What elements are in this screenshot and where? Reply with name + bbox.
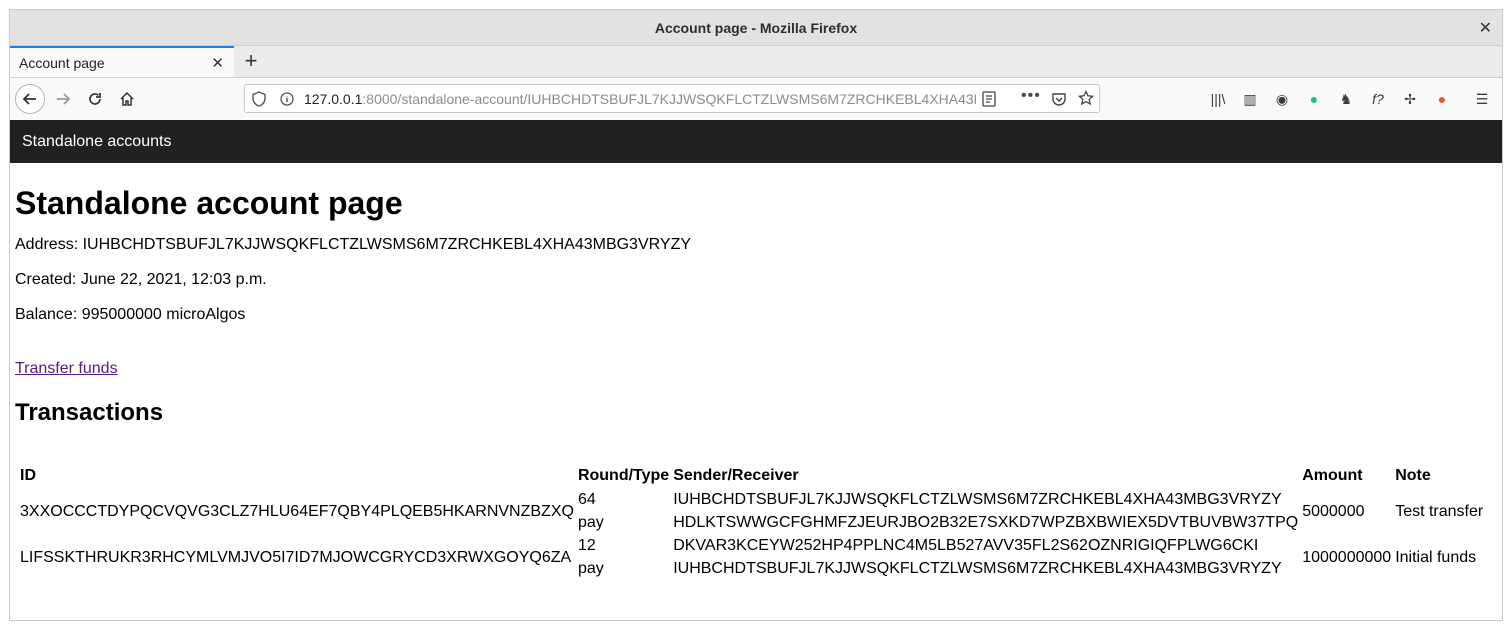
- account-content: Standalone account page Address: IUHBCHD…: [10, 185, 1502, 427]
- browser-window: Account page - Mozilla Firefox ✕ Account…: [9, 9, 1503, 621]
- library-icon[interactable]: |||\: [1208, 90, 1228, 108]
- window-title: Account page - Mozilla Firefox: [654, 19, 858, 36]
- grammarly-extension-icon[interactable]: ●: [1304, 90, 1324, 108]
- navbar-brand[interactable]: Standalone accounts: [22, 133, 171, 151]
- table-header-row: ID Round/Type Sender/Receiver Amount Not…: [18, 464, 1485, 488]
- back-button[interactable]: [15, 84, 45, 114]
- app-navbar: Standalone accounts: [10, 120, 1502, 163]
- tab-bar: Account page ✕ +: [10, 46, 1502, 78]
- gnome-extension-icon[interactable]: ♞: [1336, 90, 1356, 108]
- table-row: LIFSSKTHRUKR3RHCYMLVMJVO5I7ID7MJOWCGRYCD…: [18, 534, 1485, 580]
- tx-amount: 1000000000: [1302, 548, 1392, 566]
- tx-round-type: 64 pay: [576, 488, 671, 534]
- page-content: Standalone accounts Standalone account p…: [10, 120, 1502, 620]
- url-host: 127.0.0.1: [304, 91, 363, 107]
- window-close-button[interactable]: ✕: [1479, 18, 1492, 38]
- arrow-right-icon: [57, 93, 71, 105]
- tx-round: 64: [577, 491, 596, 508]
- info-icon[interactable]: [280, 92, 294, 106]
- url-text[interactable]: 127.0.0.1:8000/standalone-account/IUHBCH…: [304, 91, 976, 107]
- tx-receiver: IUHBCHDTSBUFJL7KJJWSQKFLCTZLWSMS6M7ZRCHK…: [673, 560, 1282, 577]
- menu-icon[interactable]: ☰: [1472, 90, 1492, 108]
- formula-extension-icon[interactable]: f?: [1368, 90, 1388, 108]
- forward-button[interactable]: [48, 84, 78, 114]
- tx-note: Test transfer: [1395, 502, 1484, 520]
- url-bar[interactable]: 127.0.0.1:8000/standalone-account/IUHBCH…: [244, 84, 1100, 113]
- tx-type: pay: [577, 514, 604, 531]
- col-round-type: Round/Type: [577, 467, 670, 484]
- tx-receiver: HDLKTSWWGCFGHMFZJEURJBO2B32E7SXKD7WPZBXB…: [673, 514, 1299, 531]
- new-tab-button[interactable]: +: [242, 49, 260, 73]
- crosshair-extension-icon[interactable]: ✢: [1400, 90, 1420, 108]
- col-sender-receiver: Sender/Receiver: [673, 467, 799, 484]
- tab-account-page[interactable]: Account page ✕: [10, 46, 234, 77]
- tx-sender: DKVAR3KCEYW252HP4PPLNC4M5LB527AVV35FL2S6…: [673, 537, 1259, 554]
- transactions-table: ID Round/Type Sender/Receiver Amount Not…: [18, 464, 1485, 580]
- tx-round-type: 12 pay: [576, 534, 671, 580]
- page-title: Standalone account page: [15, 185, 403, 221]
- tx-id: 3XXOCCCTDYPQCVQVG3CLZ7HLU64EF7QBY4PLQEB5…: [20, 502, 574, 520]
- col-note: Note: [1395, 467, 1431, 484]
- tx-id: LIFSSKTHRUKR3RHCYMLVMJVO5I7ID7MJOWCGRYCD…: [20, 548, 572, 566]
- transactions-heading: Transactions: [15, 399, 164, 426]
- sidebar-icon[interactable]: ▥: [1240, 90, 1260, 108]
- balance-text: Balance: 995000000 microAlgos: [15, 306, 246, 323]
- tx-sender-receiver: DKVAR3KCEYW252HP4PPLNC4M5LB527AVV35FL2S6…: [671, 534, 1300, 580]
- url-path: :8000/standalone-account/IUHBCHDTSBUFJL7…: [362, 91, 976, 107]
- home-icon: [120, 91, 134, 106]
- transfer-funds-link[interactable]: Transfer funds: [15, 360, 118, 377]
- col-amount: Amount: [1302, 467, 1363, 484]
- page-actions-icon[interactable]: •••: [1021, 87, 1041, 105]
- tx-type: pay: [577, 560, 604, 577]
- tx-sender-receiver: IUHBCHDTSBUFJL7KJJWSQKFLCTZLWSMS6M7ZRCHK…: [671, 488, 1300, 534]
- home-button[interactable]: [112, 84, 142, 114]
- tx-round: 12: [577, 537, 596, 554]
- reload-icon: [89, 93, 101, 105]
- duckduckgo-extension-icon[interactable]: ●: [1432, 90, 1452, 108]
- tx-sender: IUHBCHDTSBUFJL7KJJWSQKFLCTZLWSMS6M7ZRCHK…: [673, 491, 1282, 508]
- col-id: ID: [20, 467, 36, 484]
- tx-amount: 5000000: [1302, 502, 1365, 520]
- title-bar: Account page - Mozilla Firefox ✕: [10, 10, 1502, 46]
- account-icon[interactable]: ◉: [1272, 90, 1292, 108]
- arrow-left-icon: [22, 93, 36, 105]
- navigation-toolbar: 127.0.0.1:8000/standalone-account/IUHBCH…: [10, 78, 1502, 122]
- shield-icon[interactable]: [252, 91, 266, 107]
- pocket-icon[interactable]: [1051, 91, 1067, 107]
- reader-view-icon[interactable]: [982, 91, 996, 107]
- address-text: Address: IUHBCHDTSBUFJL7KJJWSQKFLCTZLWSM…: [15, 236, 692, 253]
- tx-note: Initial funds: [1395, 548, 1477, 566]
- bookmark-star-icon[interactable]: [1078, 90, 1094, 106]
- reload-button[interactable]: [80, 84, 110, 114]
- created-text: Created: June 22, 2021, 12:03 p.m.: [15, 271, 267, 288]
- table-row: 3XXOCCCTDYPQCVQVG3CLZ7HLU64EF7QBY4PLQEB5…: [18, 488, 1485, 534]
- tab-close-icon[interactable]: ✕: [211, 54, 234, 72]
- tab-label: Account page: [19, 54, 105, 71]
